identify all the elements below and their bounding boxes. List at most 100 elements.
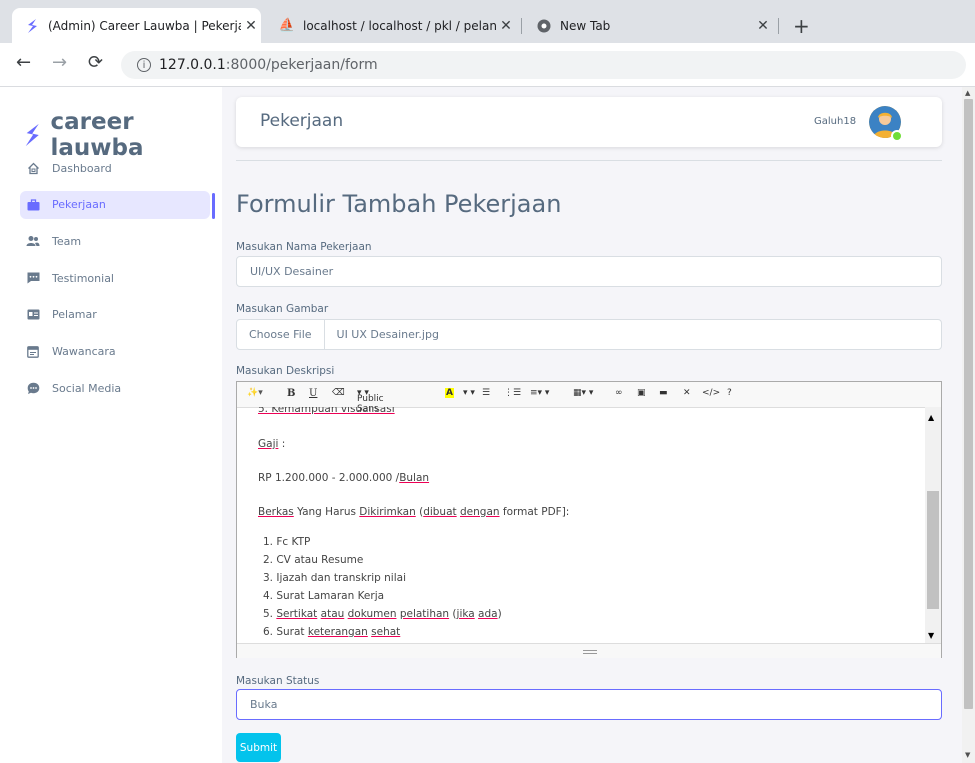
image-file-input[interactable]: Choose File UI UX Desainer.jpg bbox=[236, 319, 942, 350]
forward-arrow-icon[interactable]: → bbox=[52, 52, 67, 73]
video-icon[interactable]: ▬ bbox=[659, 388, 668, 398]
close-tab-icon[interactable]: ✕ bbox=[496, 18, 516, 34]
header-divider bbox=[236, 160, 942, 161]
sidebar-item-team[interactable]: Team bbox=[20, 227, 210, 255]
eraser-icon[interactable]: ⌫ bbox=[332, 388, 345, 398]
url-host: 127.0.0.1 bbox=[159, 57, 226, 73]
tab-title: (Admin) Career Lauwba | Pekerjaa bbox=[48, 18, 241, 33]
tab-separator bbox=[521, 18, 522, 34]
sidebar-item-pelamar[interactable]: Pelamar bbox=[20, 301, 210, 329]
tab-phpmyadmin[interactable]: ⛵ localhost / localhost / pkl / pelan ✕ bbox=[267, 8, 516, 43]
online-status-dot bbox=[891, 130, 903, 142]
editor-resize-handle[interactable] bbox=[237, 643, 941, 658]
editor-list-item: 6. Surat keterangan sehat bbox=[263, 626, 401, 638]
page-scrollbar[interactable]: ▲ ▼ bbox=[962, 87, 975, 763]
tab-separator bbox=[778, 18, 779, 34]
underline-icon[interactable]: U bbox=[309, 388, 317, 399]
editor-list-item: 2. CV atau Resume bbox=[263, 554, 364, 566]
sidebar-item-wawancara[interactable]: Wawancara bbox=[20, 337, 210, 365]
resize-grip-icon bbox=[583, 650, 597, 654]
brand-logo-icon bbox=[25, 123, 39, 147]
sidebar-item-label: Pelamar bbox=[52, 308, 97, 322]
code-view-icon[interactable]: </> bbox=[702, 388, 720, 398]
sidebar: career lauwba Dashboard Pekerjaan Team T… bbox=[0, 87, 222, 763]
tab-new-tab[interactable]: New Tab ✕ bbox=[524, 8, 773, 43]
sidebar-item-label: Pekerjaan bbox=[52, 198, 106, 212]
image-icon[interactable]: ▣ bbox=[637, 388, 646, 398]
tab-admin[interactable]: (Admin) Career Lauwba | Pekerjaa ✕ bbox=[12, 8, 261, 43]
chrome-favicon-icon bbox=[536, 18, 552, 34]
scroll-up-icon[interactable]: ▲ bbox=[928, 413, 934, 422]
sidebar-item-label: Testimonial bbox=[52, 271, 114, 285]
url-path: :8000/pekerjaan/form bbox=[225, 57, 378, 73]
new-tab-plus-icon[interactable]: + bbox=[793, 14, 810, 38]
message-icon bbox=[26, 271, 40, 285]
editor-content[interactable]: 5. Kemampuan visualisasi Gaji : RP 1.200… bbox=[237, 407, 925, 643]
editor-line: Gaji : bbox=[258, 438, 286, 450]
status-value: Buka bbox=[250, 698, 278, 711]
back-arrow-icon[interactable]: ← bbox=[16, 52, 31, 73]
bold-icon[interactable]: B bbox=[287, 388, 295, 399]
form-heading: Formulir Tambah Pekerjaan bbox=[236, 190, 562, 218]
status-label: Masukan Status bbox=[236, 675, 320, 687]
job-name-input[interactable]: UI/UX Desainer bbox=[236, 256, 942, 287]
sidebar-item-dashboard[interactable]: Dashboard bbox=[20, 154, 210, 182]
description-label: Masukan Deskripsi bbox=[236, 365, 335, 377]
username[interactable]: Galuh18 bbox=[814, 116, 856, 127]
table-icon[interactable]: ▦▾ ▾ bbox=[573, 388, 593, 398]
page-scroll-thumb[interactable] bbox=[964, 99, 973, 709]
address-bar[interactable]: i 127.0.0.1:8000/pekerjaan/form bbox=[121, 51, 966, 79]
tab-title: New Tab bbox=[560, 18, 611, 33]
editor-scrollbar[interactable]: ▲ ▼ bbox=[925, 407, 941, 643]
briefcase-icon bbox=[26, 198, 40, 212]
choose-file-button[interactable]: Choose File bbox=[237, 320, 325, 349]
editor-line: 5. Kemampuan visualisasi bbox=[258, 407, 395, 415]
scroll-down-icon[interactable]: ▼ bbox=[928, 631, 934, 640]
status-input[interactable]: Buka bbox=[236, 689, 942, 720]
sidebar-item-label: Dashboard bbox=[52, 161, 112, 175]
paragraph-align-icon[interactable]: ≡▾ ▾ bbox=[530, 388, 549, 398]
browser-tabstrip: (Admin) Career Lauwba | Pekerjaa ✕ ⛵ loc… bbox=[0, 0, 975, 43]
editor-line: RP 1.200.000 - 2.000.000 /Bulan bbox=[258, 472, 430, 484]
editor-list-item: 4. Surat Lamaran Kerja bbox=[263, 590, 385, 602]
submit-button[interactable]: Submit bbox=[236, 733, 281, 762]
users-icon bbox=[26, 234, 40, 248]
lauwba-favicon-icon bbox=[24, 18, 40, 34]
tab-title: localhost / localhost / pkl / pelan bbox=[303, 18, 496, 33]
editor-list-item: 3. Ijazah dan transkrip nilai bbox=[263, 572, 406, 584]
image-label: Masukan Gambar bbox=[236, 303, 329, 315]
editor-line: Berkas Yang Harus Dikirimkan (dibuat den… bbox=[258, 506, 570, 518]
description-editor[interactable]: ✨▾ B U ⌫ Public Sans ▾ ▾ A ▾ ▾ ☰ ⋮☰ ≡▾ ▾… bbox=[236, 381, 942, 658]
close-tab-icon[interactable]: ✕ bbox=[753, 18, 773, 34]
editor-scroll-thumb[interactable] bbox=[927, 491, 939, 609]
name-label: Masukan Nama Pekerjaan bbox=[236, 241, 372, 253]
file-name: UI UX Desainer.jpg bbox=[336, 328, 439, 341]
magic-wand-icon[interactable]: ✨▾ bbox=[247, 388, 263, 398]
font-family-select[interactable]: Public Sans ▾ ▾ bbox=[357, 388, 384, 414]
page-title: Pekerjaan bbox=[260, 111, 344, 131]
sidebar-item-label: Team bbox=[52, 234, 82, 248]
sidebar-item-label: Wawancara bbox=[52, 344, 116, 358]
scroll-down-icon[interactable]: ▼ bbox=[965, 751, 970, 759]
help-icon[interactable]: ? bbox=[727, 388, 732, 398]
close-tab-icon[interactable]: ✕ bbox=[241, 18, 261, 34]
reload-icon[interactable]: ⟳ bbox=[88, 52, 103, 73]
ordered-list-icon[interactable]: ⋮☰ bbox=[504, 388, 521, 398]
phpmyadmin-favicon-icon: ⛵ bbox=[278, 18, 296, 33]
editor-toolbar: ✨▾ B U ⌫ Public Sans ▾ ▾ A ▾ ▾ ☰ ⋮☰ ≡▾ ▾… bbox=[237, 382, 941, 414]
id-card-icon bbox=[26, 308, 40, 322]
calendar-icon bbox=[26, 344, 40, 358]
sidebar-item-label: Social Media bbox=[52, 381, 122, 395]
home-icon bbox=[26, 161, 40, 175]
site-info-icon[interactable]: i bbox=[137, 58, 151, 72]
chat-icon bbox=[26, 381, 40, 395]
fullscreen-icon[interactable]: ✕ bbox=[683, 388, 691, 398]
link-icon[interactable]: ∞ bbox=[615, 388, 623, 398]
sidebar-item-pekerjaan[interactable]: Pekerjaan bbox=[20, 190, 210, 219]
scroll-up-icon[interactable]: ▲ bbox=[965, 89, 970, 97]
sidebar-item-social-media[interactable]: Social Media bbox=[20, 374, 210, 402]
sidebar-item-testimonial[interactable]: Testimonial bbox=[20, 264, 210, 292]
text-color-icon[interactable]: A bbox=[445, 388, 454, 398]
unordered-list-icon[interactable]: ☰ bbox=[482, 388, 490, 398]
color-dropdown-icon[interactable]: ▾ ▾ bbox=[463, 388, 475, 398]
